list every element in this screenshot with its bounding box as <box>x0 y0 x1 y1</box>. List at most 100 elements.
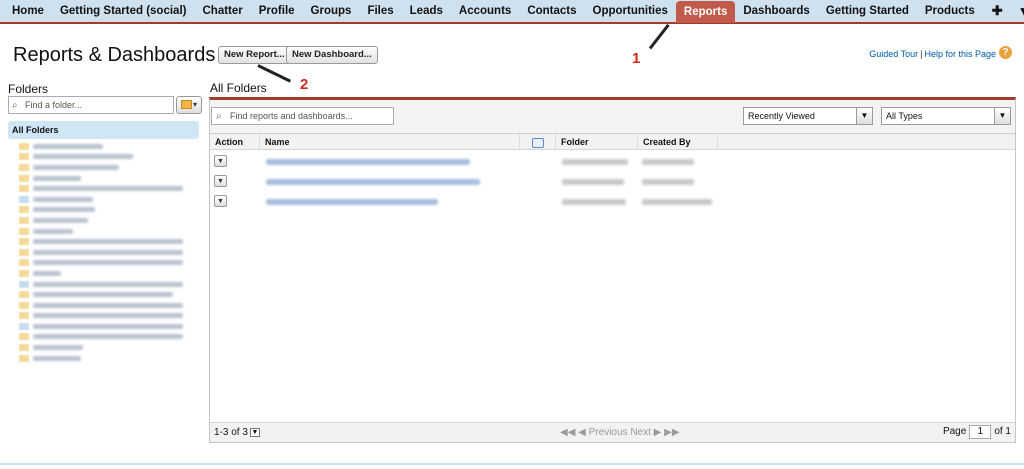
help-links: Guided Tour | Help for this Page <box>869 49 996 59</box>
row-folder <box>562 179 624 185</box>
folder-item[interactable] <box>19 342 207 353</box>
type-select[interactable]: All Types ▼ <box>881 107 1011 125</box>
tab-files[interactable]: Files <box>359 0 401 23</box>
previous-page-link[interactable]: ◀◀ ◀ Previous <box>560 427 628 438</box>
page-number-input[interactable]: 1 <box>969 425 992 439</box>
tab-profile[interactable]: Profile <box>251 0 303 23</box>
folder-item[interactable] <box>19 236 207 247</box>
page-title: Reports & Dashboards <box>13 44 216 66</box>
annotation-arrow-1 <box>648 23 670 50</box>
folder-item[interactable] <box>19 300 207 311</box>
folder-item[interactable] <box>19 194 207 205</box>
record-count[interactable]: 1-3 of 3 ▼ <box>214 427 260 438</box>
column-created-by[interactable]: Created By <box>638 134 718 150</box>
table-row[interactable]: ▼ <box>210 172 1015 192</box>
folders-title: Folders <box>8 82 49 96</box>
row-folder <box>562 159 628 165</box>
record-count-label: 1-3 of 3 <box>214 427 248 438</box>
type-select-value: All Types <box>886 111 923 121</box>
row-action-menu[interactable]: ▼ <box>214 195 227 207</box>
row-name[interactable] <box>266 179 480 185</box>
page-indicator: Page 1 of 1 <box>943 425 1011 439</box>
search-icon: ⌕ <box>12 100 18 111</box>
help-icon[interactable]: ? <box>999 46 1012 59</box>
tab-dashboards[interactable]: Dashboards <box>735 0 817 23</box>
folder-item[interactable] <box>19 332 207 343</box>
plus-icon[interactable]: ✚ <box>983 0 1012 23</box>
folder-item[interactable] <box>19 247 207 258</box>
folder-item[interactable] <box>19 311 207 322</box>
tab-chatter[interactable]: Chatter <box>194 0 250 23</box>
page-label: Page <box>942 426 967 437</box>
folder-item[interactable] <box>19 226 207 237</box>
new-dashboard-button[interactable]: New Dashboard... <box>286 46 378 64</box>
table-footer: 1-3 of 3 ▼ ◀◀ ◀ Previous Next ▶ ▶▶ Page 1 o… <box>210 422 1015 442</box>
table-row[interactable]: ▼ <box>210 152 1015 172</box>
tab-reports[interactable]: Reports <box>675 1 736 23</box>
reports-search-input[interactable]: ⌕ Find reports and dashboards... <box>211 107 394 125</box>
tab-groups[interactable]: Groups <box>303 0 360 23</box>
column-name[interactable]: Name <box>260 134 520 150</box>
report-type-icon <box>531 137 544 148</box>
folder-item[interactable] <box>19 268 207 279</box>
tab-getting-started-social[interactable]: Getting Started (social) <box>52 0 195 23</box>
chevron-down-icon: ▼ <box>856 108 872 124</box>
tab-getting-started[interactable]: Getting Started <box>818 0 917 23</box>
main-title: All Folders <box>210 81 267 95</box>
folder-list <box>19 141 207 363</box>
folder-item[interactable] <box>19 258 207 269</box>
sort-select[interactable]: Recently Viewed ▼ <box>743 107 873 125</box>
guided-tour-link[interactable]: Guided Tour <box>869 49 918 59</box>
table-row[interactable]: ▼ <box>210 192 1015 212</box>
folder-item[interactable] <box>19 173 207 184</box>
column-folder[interactable]: Folder <box>556 134 638 150</box>
folder-item[interactable] <box>19 162 207 173</box>
row-name[interactable] <box>266 199 438 205</box>
annotation-1: 1 <box>632 50 641 67</box>
tab-leads[interactable]: Leads <box>402 0 451 23</box>
all-folders-item[interactable]: All Folders <box>8 121 199 139</box>
caret-down-icon[interactable]: ▾ <box>1012 0 1024 23</box>
tab-opportunities[interactable]: Opportunities <box>585 0 676 23</box>
folder-search-placeholder: Find a folder... <box>25 100 83 110</box>
new-report-button[interactable]: New Report... <box>218 46 291 64</box>
row-created-by <box>642 179 694 185</box>
sort-select-value: Recently Viewed <box>748 111 815 121</box>
reports-table: Action Name Folder Created By ▼ ▼ ▼ <box>210 133 1015 422</box>
folder-item[interactable] <box>19 152 207 163</box>
folder-icon <box>180 100 192 110</box>
folder-item[interactable] <box>19 321 207 332</box>
tab-contacts[interactable]: Contacts <box>519 0 584 23</box>
table-header: Action Name Folder Created By <box>210 134 1015 150</box>
row-name[interactable] <box>266 159 470 165</box>
chevron-down-icon[interactable]: ▼ <box>249 427 260 437</box>
next-page-link[interactable]: Next ▶ ▶▶ <box>630 427 679 438</box>
folder-item[interactable] <box>19 215 207 226</box>
tab-products[interactable]: Products <box>917 0 983 23</box>
tab-bar: Home Getting Started (social) Chatter Pr… <box>0 0 1024 24</box>
row-action-menu[interactable]: ▼ <box>214 155 227 167</box>
row-action-menu[interactable]: ▼ <box>214 175 227 187</box>
add-folder-button[interactable]: ▾ <box>176 96 202 114</box>
tab-accounts[interactable]: Accounts <box>451 0 519 23</box>
folder-item[interactable] <box>19 205 207 216</box>
row-created-by <box>642 159 694 165</box>
reports-search-placeholder: Find reports and dashboards... <box>230 111 353 121</box>
annotation-2: 2 <box>300 76 309 93</box>
folder-item[interactable] <box>19 183 207 194</box>
folder-item[interactable] <box>19 141 207 152</box>
column-type[interactable] <box>520 134 556 150</box>
folder-item[interactable] <box>19 289 207 300</box>
chevron-down-icon: ▼ <box>994 108 1010 124</box>
folder-search-input[interactable]: ⌕ Find a folder... <box>8 96 174 114</box>
pager: ◀◀ ◀ Previous Next ▶ ▶▶ <box>560 427 680 438</box>
tab-home[interactable]: Home <box>4 0 52 23</box>
folder-item[interactable] <box>19 353 207 364</box>
row-created-by <box>642 199 712 205</box>
annotation-arrow-2 <box>257 64 292 83</box>
folder-item[interactable] <box>19 279 207 290</box>
column-action[interactable]: Action <box>210 134 260 150</box>
help-link[interactable]: Help for this Page <box>924 49 996 59</box>
search-icon: ⌕ <box>216 111 222 122</box>
bottom-divider <box>0 463 1024 465</box>
